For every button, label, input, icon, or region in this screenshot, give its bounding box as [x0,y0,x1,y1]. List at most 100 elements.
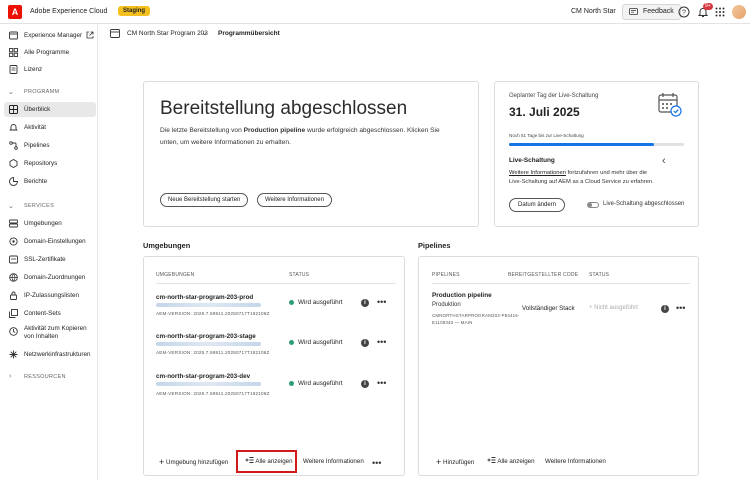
change-date-button[interactable]: Datum ändern [509,198,566,212]
environment-badge: Staging [118,6,150,16]
notification-badge: 9+ [703,3,713,10]
sidebar-item-experience-manager[interactable]: Experience Manager [4,28,96,43]
feedback-icon [629,8,638,15]
adobe-logo-icon[interactable]: A [8,5,22,19]
sidebar-item-label: Umgebungen [24,220,62,227]
avatar[interactable] [732,5,746,19]
sidebar-item-ssl-certificates[interactable]: SSL-Zertifikate [4,252,96,267]
sidebar-item-ip-allowlists[interactable]: IP-Zulassungslisten [4,288,96,303]
environments-more-info-button[interactable]: Weitere Informationen [299,455,368,469]
pipeline-repo-line2: E1109340 — MAIN [432,320,473,325]
sidebar-item-reports[interactable]: Berichte [4,174,96,189]
sidebar-item-label: Netzwerkinfrastrukturen [24,351,91,358]
sidebar-item-repositories[interactable]: Repositorys [4,156,96,171]
sidebar-item-license[interactable]: Lizenz [4,62,96,77]
info-icon[interactable]: i [361,299,369,307]
sidebar-item-network-infrastructures[interactable]: Netzwerkinfrastrukturen [4,347,96,362]
info-icon[interactable]: i [361,380,369,388]
help-icon[interactable]: ? [678,6,690,18]
environment-version: AEM-VERSION: 2025.7.59911.20250717T19210… [156,391,270,396]
deployment-description: Die letzte Bereitstellung von Production… [160,127,440,134]
sidebar-item-all-programs[interactable]: Alle Programme [4,45,96,60]
ssl-icon [9,255,18,264]
sidebar-item-content-sets[interactable]: Content-Sets [4,306,96,321]
golive-more-info-link[interactable]: Weitere Informationen [509,170,566,176]
sidebar-item-domain-mappings[interactable]: Domain-Zuordnungen [4,270,96,285]
environment-url-redacted [156,382,261,386]
golive-section-title: Live-Schaltung [509,157,555,164]
sidebar-item-environments[interactable]: Umgebungen [4,216,96,231]
sidebar-section-label: RESSOURCEN [24,374,66,380]
reports-icon [9,177,18,186]
environments-heading: Umgebungen [143,241,191,250]
content-sets-icon [9,309,18,318]
environment-url-redacted [156,303,261,307]
more-actions-icon[interactable]: ••• [377,338,386,347]
golive-toggle-label: Live-Schaltung abgeschlossen [603,201,685,207]
info-icon[interactable]: i [661,305,669,313]
divider [156,283,396,284]
sidebar-item-label: Pipelines [24,142,50,149]
environment-name[interactable]: cm-north-star-program-203-prod [156,294,253,301]
org-switcher[interactable]: CM North Star [571,8,616,15]
environment-version: AEM-VERSION: 2025.7.59911.20250717T19210… [156,311,270,316]
environment-version: AEM-VERSION: 2025.7.59911.20250717T19210… [156,350,270,355]
sidebar-item-activity[interactable]: Aktivität [4,120,96,135]
new-deployment-button[interactable]: Neue Bereitstellung starten [160,193,249,207]
programs-icon [9,48,18,57]
environments-card: UMGEBUNGEN STATUS cm-north-star-program-… [143,256,405,476]
pipeline-status: + Nicht ausgeführt [589,305,638,311]
top-bar: A Adobe Experience Cloud Staging CM Nort… [0,0,750,24]
status-dot-icon [289,339,294,345]
svg-text:?: ? [682,10,686,17]
golive-progress-track [509,143,684,146]
chevron-down-icon[interactable]: ⌄ [201,28,208,37]
add-pipeline-button[interactable]: + Hinzufügen [432,455,478,469]
app-title[interactable]: Adobe Experience Cloud [30,8,107,15]
sidebar-item-pipelines[interactable]: Pipelines [4,138,96,153]
content-copy-icon [9,327,18,336]
golive-date: 31. Juli 2025 [509,105,580,119]
pipelines-heading: Pipelines [418,241,451,250]
sidebar-item-label: Berichte [24,178,48,185]
add-environment-button[interactable]: + Umgebung hinzufügen [155,455,232,469]
more-actions-icon[interactable]: ••• [377,379,386,388]
chevron-down-icon: ⌄ [8,89,15,96]
more-actions-icon[interactable]: ••• [676,304,685,313]
info-icon[interactable]: i [361,339,369,347]
pipeline-status-col-header: STATUS [589,272,610,278]
pipeline-name[interactable]: Production pipeline [432,292,492,299]
environment-name[interactable]: cm-north-star-program-203-dev [156,373,250,380]
chevron-left-icon[interactable]: ‹ [662,155,666,167]
sidebar-item-domain-settings[interactable]: Domain-Einstellungen [4,234,96,249]
pipelines-more-info-button[interactable]: Weitere Informationen [541,455,610,469]
domain-settings-icon [9,237,18,246]
sidebar-item-label: Domain-Einstellungen [24,238,86,245]
sidebar-item-content-copy-activity[interactable]: Aktivität zum Kopieren von Inhalten [4,324,96,346]
activity-icon [9,124,18,131]
deployment-more-info-button[interactable]: Weitere Informationen [257,193,332,207]
golive-toggle[interactable] [587,202,599,208]
apps-grid-icon[interactable] [714,6,726,18]
pipeline-code: Vollständiger Stack [522,305,575,312]
sidebar-item-label: Domain-Zuordnungen [24,274,86,281]
more-actions-icon[interactable]: ••• [377,298,386,307]
sidebar-item-label: IP-Zulassungslisten [24,292,79,299]
pipelines-col-header: PIPELINES [432,272,460,278]
view-all-pipelines-button[interactable]: Alle anzeigen [483,455,539,469]
more-actions-icon[interactable]: ••• [372,459,381,468]
environment-status: Wird ausgeführt [289,339,342,346]
toggle-knob [588,203,592,207]
code-col-header: BEREITGESTELLTER CODE [508,272,579,278]
sidebar-item-label: Lizenz [24,66,43,73]
breadcrumb: CM North Star Program 203 ⌄ Programmüber… [98,24,750,44]
plus-icon: + [159,457,165,467]
sidebar-item-overview[interactable]: Überblick [4,102,96,117]
sidebar-item-label: Content-Sets [24,310,61,317]
sidebar-section-label: SERVICES [24,203,55,209]
feedback-button[interactable]: Feedback [622,4,681,20]
breadcrumb-program[interactable]: CM North Star Program 203 [127,30,208,37]
divider [432,283,690,284]
environment-name[interactable]: cm-north-star-program-203-stage [156,333,256,340]
overview-icon [9,105,18,114]
